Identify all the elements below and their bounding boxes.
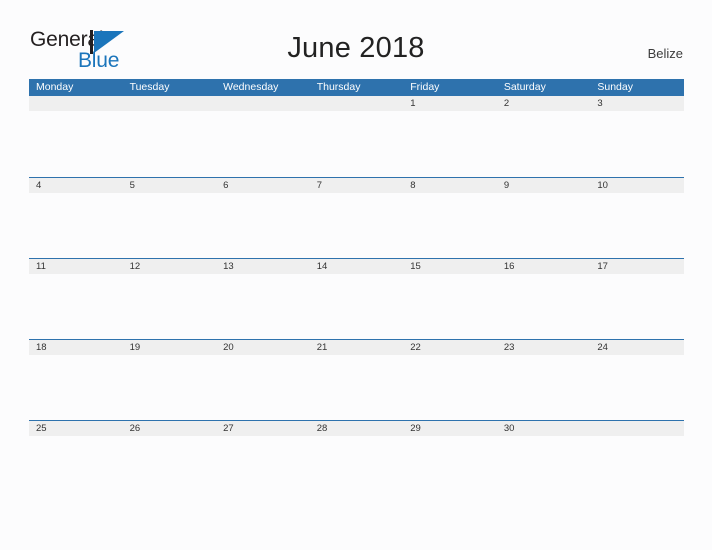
weekday-tuesday: Tuesday [129,81,170,93]
day-cell[interactable] [29,274,123,340]
day-number[interactable]: 26 [123,421,217,436]
day-cell[interactable] [497,436,591,502]
day-number[interactable]: 1 [403,96,497,111]
day-number[interactable] [310,96,404,111]
day-number[interactable]: 28 [310,421,404,436]
weekday-friday: Friday [410,81,440,93]
week-date-strip: 1 2 3 [29,96,684,111]
calendar-grid: Monday Tuesday Wednesday Thursday Friday… [29,79,684,502]
day-number[interactable]: 13 [216,259,310,274]
week-row: 1 2 3 [29,96,684,177]
day-cell[interactable] [310,193,404,259]
day-cell[interactable] [216,274,310,340]
day-cell[interactable] [497,274,591,340]
day-cell[interactable] [310,111,404,177]
day-cell[interactable] [216,355,310,421]
weekday-monday: Monday [36,81,74,93]
day-number[interactable] [29,96,123,111]
day-number[interactable]: 24 [590,340,684,355]
day-cell[interactable] [310,436,404,502]
day-cell[interactable] [497,355,591,421]
day-cell[interactable] [123,193,217,259]
day-cell[interactable] [123,274,217,340]
day-cell[interactable] [403,436,497,502]
day-cell[interactable] [403,111,497,177]
week-date-strip: 4 5 6 7 8 9 10 [29,177,684,193]
day-cell[interactable] [216,111,310,177]
day-number[interactable]: 18 [29,340,123,355]
day-number[interactable]: 11 [29,259,123,274]
day-cell[interactable] [403,274,497,340]
day-number[interactable]: 8 [403,178,497,193]
day-cell[interactable] [216,193,310,259]
week-date-strip: 25 26 27 28 29 30 [29,420,684,436]
day-number[interactable]: 21 [310,340,404,355]
day-cell[interactable] [590,355,684,421]
weekday-header-row: Monday Tuesday Wednesday Thursday Friday… [29,79,684,96]
day-number[interactable]: 3 [590,96,684,111]
day-cell[interactable] [403,355,497,421]
day-cell[interactable] [29,193,123,259]
day-number[interactable] [590,421,684,436]
day-number[interactable]: 6 [216,178,310,193]
week-row: 11 12 13 14 15 16 17 [29,258,684,340]
day-number[interactable]: 27 [216,421,310,436]
day-number[interactable]: 29 [403,421,497,436]
day-number[interactable]: 23 [497,340,591,355]
week-row: 4 5 6 7 8 9 10 [29,177,684,259]
weekday-saturday: Saturday [503,81,546,93]
page-header: General Blue June 2018 Belize [0,0,712,78]
day-number[interactable]: 4 [29,178,123,193]
day-cell[interactable] [123,355,217,421]
day-cell[interactable] [590,111,684,177]
day-number[interactable]: 25 [29,421,123,436]
country-label: Belize [647,46,683,61]
week-event-strip [29,111,684,177]
day-cell[interactable] [29,436,123,502]
day-cell[interactable] [216,436,310,502]
weekday-wednesday: Wednesday [223,81,279,93]
page-title: June 2018 [287,32,425,64]
calendar-page: General Blue June 2018 Belize Monday Tue… [0,0,712,550]
day-number[interactable]: 2 [497,96,591,111]
weekday-sunday: Sunday [597,81,633,93]
day-number[interactable]: 17 [590,259,684,274]
week-event-strip [29,355,684,421]
day-cell[interactable] [29,111,123,177]
day-number[interactable] [123,96,217,111]
day-number[interactable] [216,96,310,111]
day-number[interactable]: 15 [403,259,497,274]
day-cell[interactable] [123,436,217,502]
week-row: 25 26 27 28 29 30 [29,420,684,502]
day-cell[interactable] [310,274,404,340]
day-number[interactable]: 19 [123,340,217,355]
day-number[interactable]: 30 [497,421,591,436]
day-cell[interactable] [29,355,123,421]
week-date-strip: 18 19 20 21 22 23 24 [29,339,684,355]
day-number[interactable]: 10 [590,178,684,193]
week-event-strip [29,274,684,340]
day-cell[interactable] [590,274,684,340]
week-row: 18 19 20 21 22 23 24 [29,339,684,421]
day-number[interactable]: 5 [123,178,217,193]
week-event-strip [29,436,684,502]
week-date-strip: 11 12 13 14 15 16 17 [29,258,684,274]
day-number[interactable]: 16 [497,259,591,274]
day-cell[interactable] [590,436,684,502]
day-number[interactable]: 9 [497,178,591,193]
day-cell[interactable] [403,193,497,259]
day-cell[interactable] [310,355,404,421]
week-event-strip [29,193,684,259]
day-number[interactable]: 22 [403,340,497,355]
weekday-thursday: Thursday [316,81,361,93]
day-cell[interactable] [590,193,684,259]
day-number[interactable]: 12 [123,259,217,274]
day-number[interactable]: 7 [310,178,404,193]
day-cell[interactable] [497,193,591,259]
day-number[interactable]: 14 [310,259,404,274]
day-cell[interactable] [497,111,591,177]
day-number[interactable]: 20 [216,340,310,355]
day-cell[interactable] [123,111,217,177]
